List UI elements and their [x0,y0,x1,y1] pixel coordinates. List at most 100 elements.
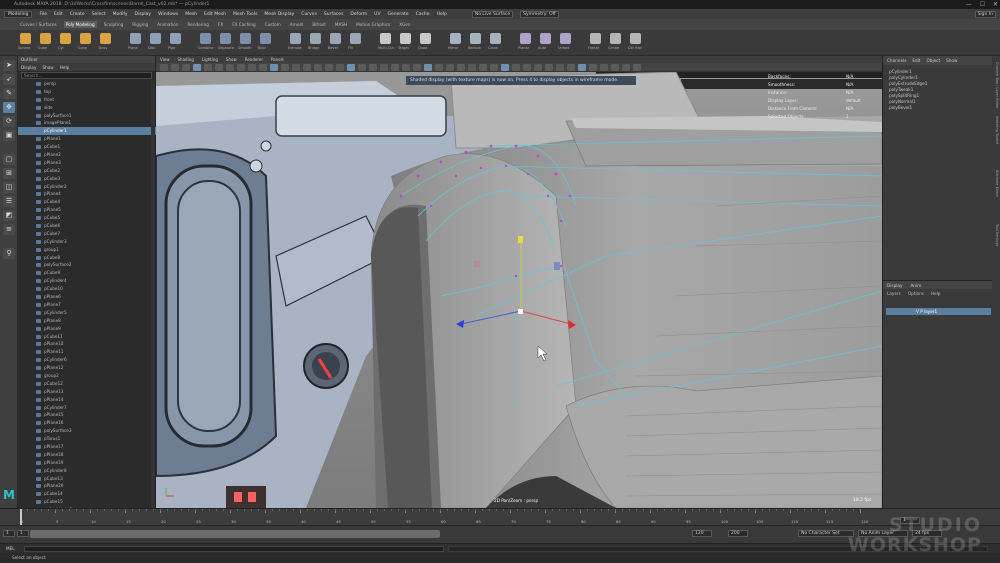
menu-item[interactable]: Edit Mesh [204,12,226,17]
outliner-item[interactable]: pTorus1 [18,435,156,443]
paint-tool-icon[interactable]: ✎ [3,88,15,99]
move-tool-icon[interactable]: ✥ [3,102,15,113]
viewport-toolbar-icon[interactable] [556,64,564,71]
outliner-item[interactable]: pCube7 [18,230,156,238]
outliner-item[interactable]: pCylinder3 [18,238,156,246]
range-bar[interactable] [30,530,440,538]
outliner-item[interactable]: pCube11 [18,333,156,341]
shelf-tab[interactable]: Motion Graphics [354,21,392,28]
viewport-toolbar-icon[interactable] [391,64,399,71]
outliner-item[interactable]: polySurface2 [18,261,156,269]
layout-four-icon[interactable]: ⊞ [3,168,15,179]
outliner-item[interactable]: pPlane16 [18,419,156,427]
menu-item[interactable]: Curves [301,12,317,17]
channel-box-tab[interactable]: Edit [912,58,920,63]
viewport-toolbar-icon[interactable] [622,64,630,71]
end-frame-field[interactable]: 200 [728,530,748,537]
outliner-item[interactable]: pPlane5 [18,206,156,214]
shelf-button[interactable] [450,33,461,44]
outliner-item[interactable]: pPlane20 [18,482,156,490]
side-tab[interactable]: Modeling Toolkit [993,116,999,144]
sign-in-button[interactable]: Sign In [974,10,996,18]
outliner-item[interactable]: pCube8 [18,254,156,262]
outliner-item[interactable]: pCube4 [18,198,156,206]
shelf-button[interactable] [610,33,621,44]
viewport-toolbar-icon[interactable] [424,64,432,71]
viewport-toolbar-icon[interactable] [314,64,322,71]
select-tool-icon[interactable]: ➤ [3,60,15,71]
outliner-item[interactable]: side [18,104,156,112]
viewport-toolbar-icon[interactable] [248,64,256,71]
shelf-button[interactable] [590,33,601,44]
outliner-menu-item[interactable]: Help [60,65,70,70]
menu-item[interactable]: Mesh Tools [233,12,257,17]
shelf-button[interactable] [100,33,111,44]
layer-editor-menu-item[interactable]: Options [908,291,924,296]
outliner-menu-item[interactable]: Show [42,65,53,70]
shelf-button[interactable] [470,33,481,44]
time-slider[interactable]: 1 5 10 15 20 25 30 35 40 45 50 55 60 65 70 75 80 85 90 95 10… [0,508,1000,526]
viewport-toolbar-icon[interactable] [633,64,641,71]
outliner-item[interactable]: pPlane4 [18,190,156,198]
shelf-tab[interactable]: Poly Modeling [63,21,97,28]
menu-item[interactable]: Select [92,12,106,17]
viewport-toolbar-icon[interactable] [490,64,498,71]
layer-editor-menu-item[interactable]: Help [931,291,941,296]
viewport-toolbar-icon[interactable] [380,64,388,71]
viewport-toolbar-icon[interactable] [523,64,531,71]
shelf-button[interactable] [170,33,181,44]
outliner-item[interactable]: pCylinder6 [18,356,156,364]
shelf-button[interactable] [290,33,301,44]
viewport-toolbar-icon[interactable] [479,64,487,71]
outliner-item[interactable]: pPlane13 [18,388,156,396]
shelf-tab[interactable]: Animation [155,21,180,28]
menu-item[interactable]: Deform [350,12,367,17]
viewport-toolbar-icon[interactable] [281,64,289,71]
time-ticks[interactable]: 1 5 10 15 20 25 30 35 40 45 50 55 60 65 70 75 80 85 90 95 10… [18,509,882,526]
side-tab[interactable]: Tool Settings [993,224,999,246]
shelf-button[interactable] [380,33,391,44]
current-time-indicator[interactable] [20,509,22,526]
outliner-item[interactable]: pCube9 [18,269,156,277]
viewport-toolbar-icon[interactable] [226,64,234,71]
shelf-tab[interactable]: Custom [263,21,283,28]
outliner-item[interactable]: pCube3 [18,175,156,183]
outliner-item[interactable]: pCube13 [18,475,156,483]
shelf-tab[interactable]: FX Caching [230,21,258,28]
viewport-toolbar-icon[interactable] [501,64,509,71]
start-frame-field[interactable]: 1 [3,530,15,537]
shelf-tab[interactable]: FX [216,21,225,28]
shelf-button[interactable] [260,33,271,44]
side-tab[interactable]: Attribute Editor [993,170,999,197]
command-input[interactable] [24,546,444,552]
viewport-toolbar-icon[interactable] [545,64,553,71]
search-icon[interactable]: ⚲ [3,248,15,259]
mel-label[interactable]: MEL [6,546,15,551]
viewport-toolbar-icon[interactable] [160,64,168,71]
shelf-tab[interactable]: Bifrost [310,21,328,28]
outliner-item[interactable]: pPlane19 [18,459,156,467]
shelf-button[interactable] [20,33,31,44]
outliner-item[interactable]: pCylinder5 [18,309,156,317]
shelf-tab[interactable]: MASH [333,21,349,28]
outliner-scrollbar[interactable] [151,80,155,508]
outliner-icon[interactable]: ≡ [3,224,15,235]
viewport-toolbar-icon[interactable] [578,64,586,71]
viewport-toolbar-icon[interactable] [259,64,267,71]
viewport-toolbar-icon[interactable] [336,64,344,71]
lasso-tool-icon[interactable]: ➶ [3,74,15,85]
shelf-button[interactable] [540,33,551,44]
menu-item[interactable]: Generate [388,12,409,17]
shelf-button[interactable] [330,33,341,44]
channel-box-item[interactable]: polyBevel1 [883,105,992,111]
outliner-item[interactable]: group1 [18,246,156,254]
menu-item[interactable]: Display [135,12,152,17]
outliner-item[interactable]: persp [18,80,156,88]
outliner-item[interactable]: pCylinder4 [18,277,156,285]
layout-stack-icon[interactable]: ☰ [3,196,15,207]
inner-end-field[interactable]: 120 [692,530,712,537]
outliner-item[interactable]: pPlane9 [18,325,156,333]
shelf-tab[interactable]: Curves / Surfaces [18,21,59,28]
viewport-toolbar-icon[interactable] [182,64,190,71]
outliner-item[interactable]: pPlane8 [18,317,156,325]
